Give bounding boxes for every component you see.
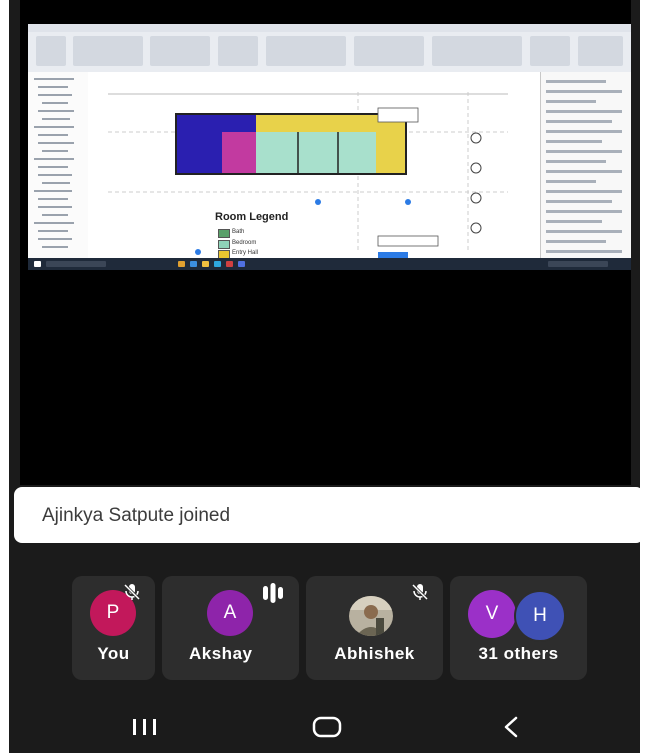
participant-tile-abhishek[interactable]: Abhishek bbox=[306, 576, 443, 680]
project-browser-panel bbox=[28, 72, 89, 258]
legend-swatch-bath bbox=[218, 229, 230, 238]
legend-label-entry-hall: Entry Hall bbox=[232, 250, 259, 256]
join-notification-text: Ajinkya Satpute joined bbox=[42, 505, 231, 526]
avatar-initial: H bbox=[533, 605, 547, 626]
participant-name: You bbox=[97, 644, 130, 663]
avatar-initial: A bbox=[223, 602, 237, 623]
back-icon[interactable] bbox=[491, 712, 531, 742]
avatar-initial: V bbox=[485, 603, 499, 624]
participant-name: Abhishek bbox=[334, 644, 415, 663]
legend-label-bedroom: Bedroom bbox=[232, 240, 257, 246]
legend-swatch-bedroom bbox=[218, 240, 230, 249]
properties-panel bbox=[540, 72, 631, 258]
avatar-initial: P bbox=[106, 602, 120, 623]
join-notification: Ajinkya Satpute joined bbox=[14, 487, 644, 543]
shared-screen-view[interactable]: Room Legend Bath Bedroom Entry Hall bbox=[28, 24, 631, 270]
legend-label-bath: Bath bbox=[232, 229, 245, 235]
floor-plan-svg bbox=[108, 92, 508, 258]
home-icon[interactable] bbox=[307, 712, 347, 742]
floor-plan-drawing[interactable]: Room Legend Bath Bedroom Entry Hall bbox=[88, 72, 541, 259]
recents-icon[interactable] bbox=[125, 712, 165, 742]
mic-off-icon bbox=[123, 583, 141, 601]
avatar-akshay: A bbox=[207, 590, 253, 636]
participant-name: 31 others bbox=[478, 644, 559, 663]
speaking-indicator-icon bbox=[263, 583, 283, 603]
avatar-others-h: H bbox=[514, 590, 566, 642]
participant-tile-others[interactable]: V H 31 others bbox=[450, 576, 587, 680]
android-nav-bar bbox=[9, 700, 640, 753]
participant-tile-akshay[interactable]: A Akshay bbox=[162, 576, 299, 680]
avatar-others-v: V bbox=[468, 590, 516, 638]
mic-off-icon bbox=[411, 583, 429, 601]
windows-taskbar bbox=[28, 258, 631, 270]
participant-name: Akshay bbox=[189, 644, 253, 663]
revit-ribbon bbox=[28, 24, 631, 73]
participant-tile-you[interactable]: P You bbox=[72, 576, 155, 680]
avatar-abhishek bbox=[349, 596, 393, 636]
room-legend-title: Room Legend bbox=[215, 211, 289, 223]
